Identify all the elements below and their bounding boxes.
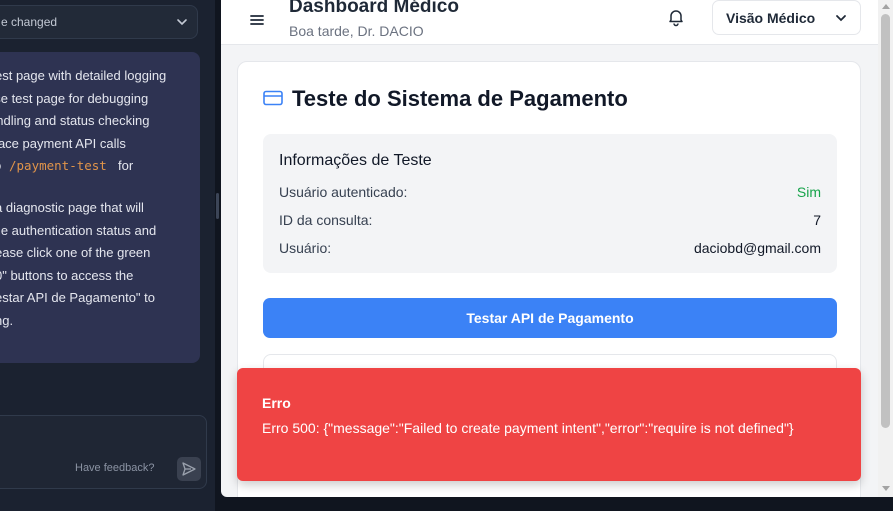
info-heading: Informações de Teste [279, 152, 432, 169]
message-line: trace payment API calls [0, 135, 126, 151]
send-icon [182, 462, 196, 476]
send-button[interactable] [177, 457, 201, 481]
error-message: Erro 500: {"message":"Failed to create p… [262, 420, 794, 436]
test-payment-api-button[interactable]: Testar API de Pagamento [263, 298, 837, 338]
greeting: Boa tarde, Dr. DACIO [289, 23, 424, 39]
message-line: o /payment-test for [0, 155, 200, 178]
message-line: 0" buttons to access the [0, 267, 134, 283]
message-line: ease click one of the green [0, 245, 151, 261]
scroll-up-arrow[interactable] [882, 4, 890, 9]
chevron-down-icon [177, 19, 187, 26]
page-scrollbar[interactable] [878, 0, 893, 497]
feedback-link[interactable]: Have feedback? [75, 462, 155, 474]
assistant-panel: e changed est page with detailed logging… [0, 0, 215, 511]
hamburger-icon [250, 15, 264, 25]
test-info-box: Informações de Teste Usuário autenticado… [263, 134, 837, 273]
panel-resize-handle[interactable] [216, 193, 219, 219]
scroll-down-arrow[interactable] [882, 486, 890, 491]
auth-status-value: Sim [796, 184, 821, 200]
assistant-message: est page with detailed logging use test … [0, 52, 200, 363]
user-email-value: daciobd@gmail.com [693, 240, 821, 256]
info-row-consult-id: ID da consulta: 7 [279, 212, 821, 228]
message-line: andling and status checking [0, 113, 150, 129]
message-line: a diagnostic page that will [0, 199, 144, 215]
credit-card-icon [263, 90, 283, 106]
bell-icon[interactable] [666, 7, 686, 27]
message-line: use test page for debugging [0, 90, 149, 106]
info-row-user: Usuário: daciobd@gmail.com [279, 240, 821, 256]
changes-dropdown[interactable]: e changed [0, 5, 198, 39]
route-code: /payment-test [9, 158, 107, 174]
window-bottom-edge [221, 497, 893, 511]
role-select[interactable]: Visão Médico [712, 0, 861, 35]
changes-dropdown-label: e changed [1, 15, 58, 29]
page-title: Dashboard Médico [289, 0, 459, 17]
scrollbar-thumb[interactable] [881, 14, 890, 428]
consult-id-value: 7 [813, 212, 821, 228]
menu-button[interactable] [243, 6, 271, 34]
error-toast[interactable]: Erro Erro 500: {"message":"Failed to cre… [237, 368, 861, 481]
message-line: the authentication status and [0, 222, 157, 238]
card-title: Teste do Sistema de Pagamento [292, 86, 628, 111]
chat-input-box[interactable]: Have feedback? [0, 415, 207, 489]
message-line: est page with detailed logging [0, 68, 167, 83]
app-viewport: Dashboard Médico Boa tarde, Dr. DACIO Vi… [221, 0, 893, 497]
message-line: ng. [0, 312, 14, 328]
error-title: Erro [262, 395, 291, 411]
info-row-auth: Usuário autenticado: Sim [279, 184, 821, 200]
app-header: Dashboard Médico Boa tarde, Dr. DACIO Vi… [221, 0, 878, 45]
chevron-down-icon [836, 14, 846, 21]
role-select-label: Visão Médico [726, 9, 816, 26]
message-line: estar API de Pagamento" to [0, 290, 155, 306]
